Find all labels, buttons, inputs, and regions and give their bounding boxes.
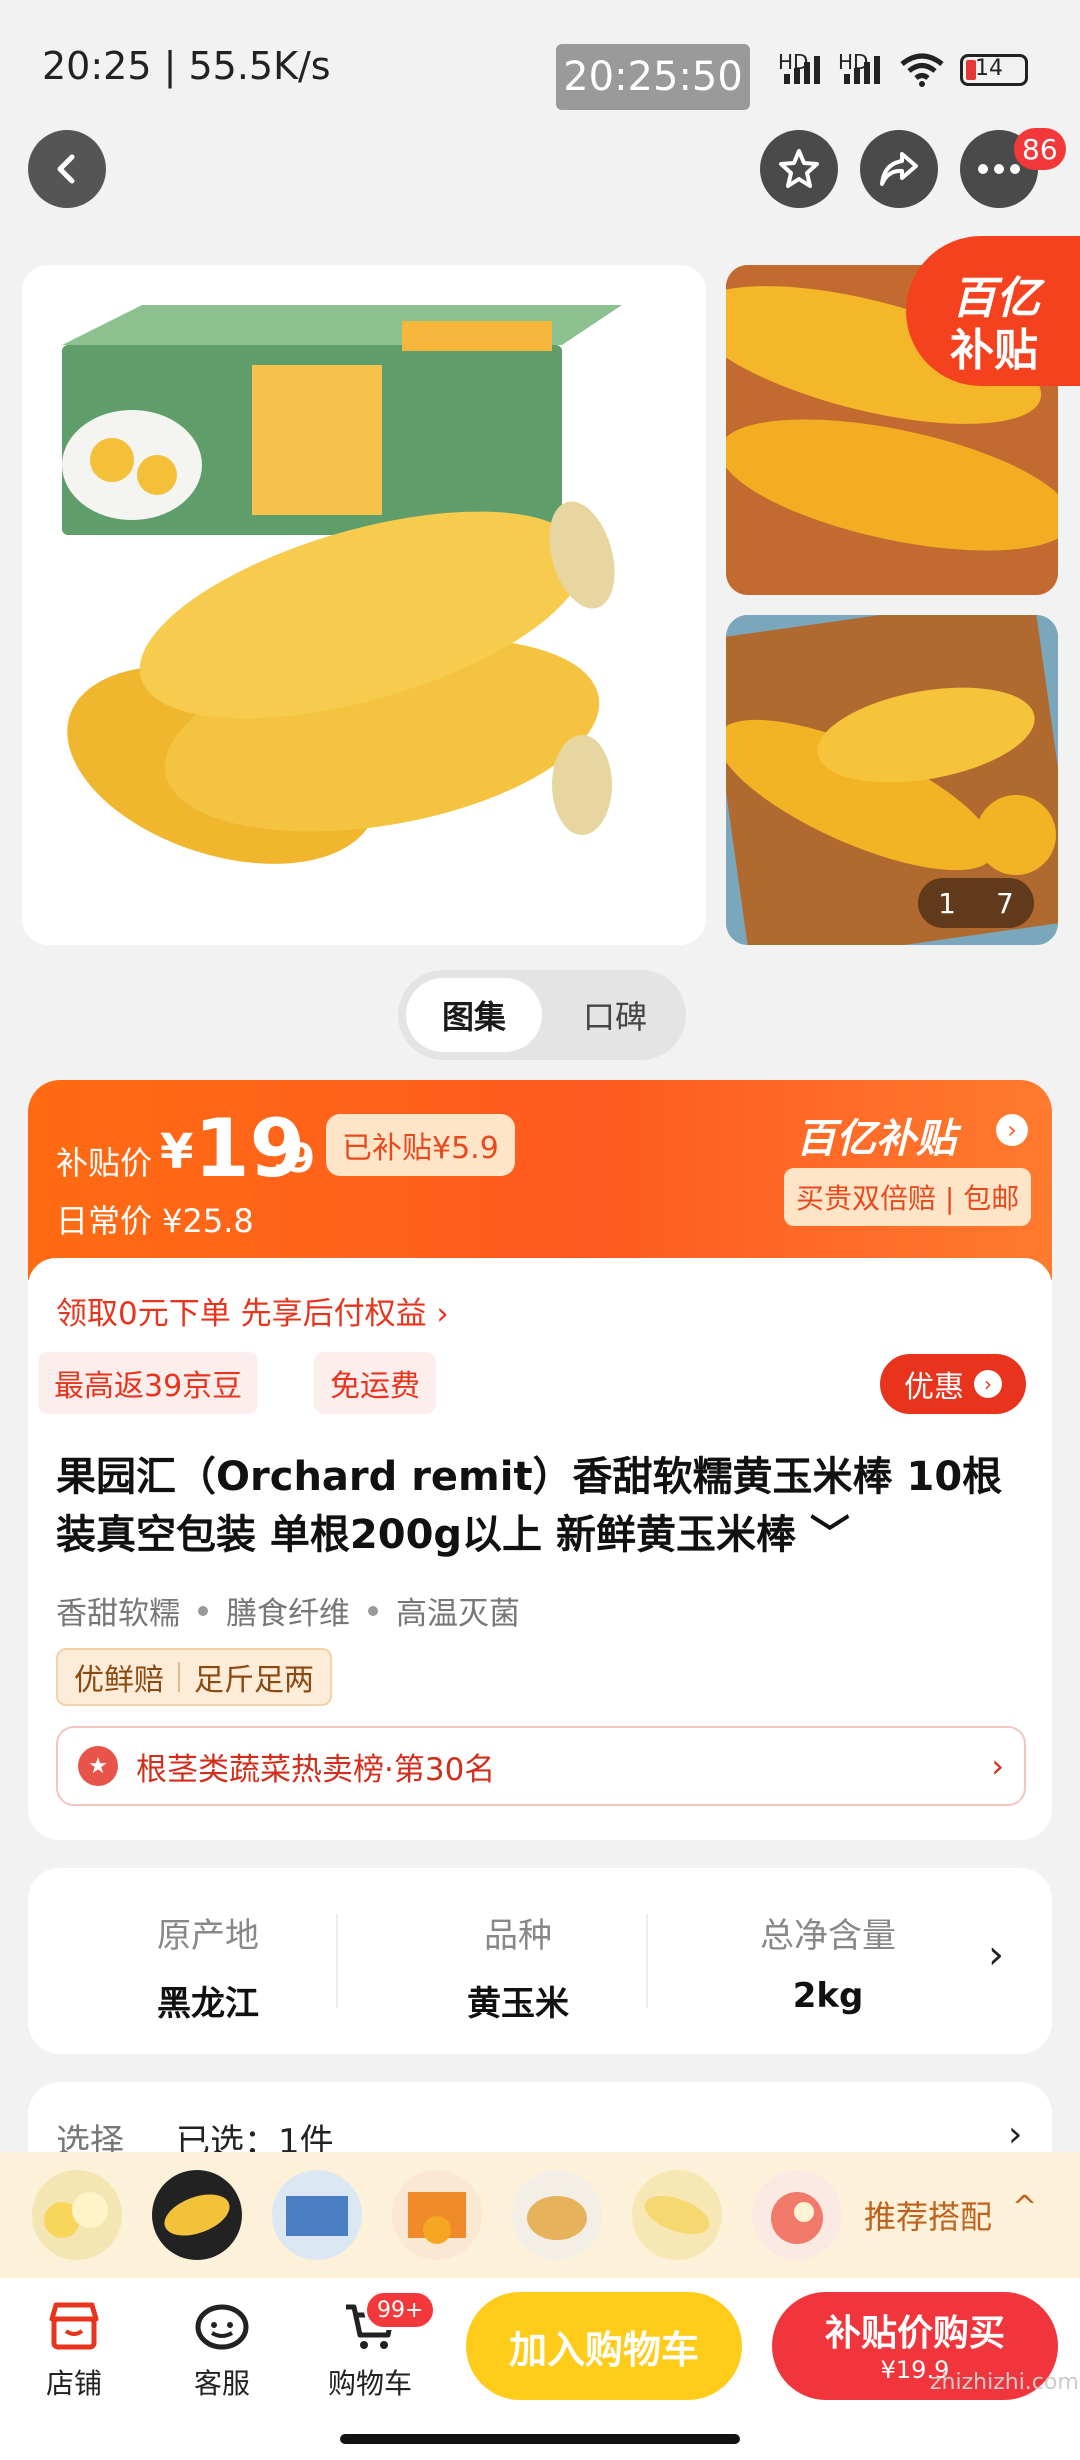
brand-subsidy-title[interactable]: 百亿补贴	[796, 1106, 956, 1164]
product-title[interactable]: 果园汇（Orchard remit）香甜软糯黄玉米棒 10根装真空包装 单根20…	[56, 1448, 1036, 1564]
feature-separator	[368, 1605, 378, 1616]
add-to-cart-button[interactable]: 加入购物车	[466, 2292, 742, 2400]
recommend-item[interactable]	[752, 2170, 842, 2260]
chevron-right-icon[interactable]: ›	[996, 1114, 1028, 1146]
share-icon	[880, 152, 918, 186]
favorite-button[interactable]	[760, 130, 838, 208]
recommend-item[interactable]	[272, 2170, 362, 2260]
attribute-variety: 品种 黄玉米	[368, 1868, 668, 2054]
feature-separator	[198, 1605, 208, 1616]
attribute-value: 黄玉米	[467, 1984, 569, 2024]
attribute-key: 原产地	[157, 1916, 259, 1956]
cart-count-badge: 99+	[364, 2290, 437, 2330]
promotion-button[interactable]: 优惠 ›	[880, 1354, 1026, 1414]
status-time: 20:25 | 55.5K/s	[42, 44, 331, 88]
free-shipping-tag: 免运费	[314, 1352, 436, 1414]
medal-icon: ★	[78, 1746, 118, 1786]
image-counter-current: 1	[938, 886, 956, 920]
recommend-item[interactable]	[512, 2170, 602, 2260]
attribute-divider	[336, 1914, 338, 2008]
product-main-image[interactable]	[22, 265, 706, 945]
wifi-icon	[900, 53, 944, 87]
service-tag-fresh: 优鲜赔	[74, 1663, 164, 1698]
chevron-right-icon: ›	[974, 1370, 1002, 1398]
star-icon	[779, 149, 819, 188]
chevron-left-icon	[57, 154, 75, 184]
daily-price: 日常价 ¥25.8	[56, 1202, 254, 1240]
tab-gallery[interactable]: 图集	[406, 978, 542, 1052]
nav-service[interactable]: 客服	[162, 2292, 282, 2402]
recommend-item[interactable]	[632, 2170, 722, 2260]
service-tag[interactable]: 优鲜赔 足斤足两	[56, 1648, 332, 1706]
clock-overlay: 20:25:50	[556, 44, 750, 110]
recommend-item[interactable]	[32, 2170, 122, 2260]
attribute-weight: 总净含量 2kg	[678, 1868, 978, 2054]
price-currency: ¥	[160, 1124, 194, 1180]
signal-icon-1	[784, 56, 820, 84]
customer-service-icon	[195, 2304, 249, 2350]
store-icon	[49, 2302, 99, 2350]
ranking-text: 根茎类蔬菜热卖榜·第30名	[136, 1751, 496, 1788]
bottom-bar: 店铺 客服 购物车 99+ 加入购物车 补贴价购买 ¥19.9	[0, 2278, 1080, 2460]
status-bar: 20:25 | 55.5K/s 20:25:50 HD HD 14	[0, 0, 1080, 130]
price-decimal: .9	[272, 1136, 316, 1182]
tab-reviews[interactable]: 口碑	[550, 978, 680, 1052]
product-info: 领取0元下单 先享后付权益 › 最高返39京豆 免运费 优惠 › 果园汇（Orc…	[28, 1258, 1052, 1840]
recommend-item[interactable]	[392, 2170, 482, 2260]
attribute-value: 2kg	[792, 1976, 864, 2016]
chevron-right-icon: ›	[1008, 2114, 1023, 2155]
more-badge: 86	[1014, 128, 1066, 170]
chevron-up-icon[interactable]: ^	[1012, 2190, 1037, 2225]
image-counter-total: 7	[996, 886, 1014, 920]
battery-level: 14	[975, 56, 1003, 81]
guarantee-tag: 买贵双倍赔 | 包邮	[784, 1168, 1032, 1226]
attribute-origin: 原产地 黑龙江	[58, 1868, 358, 2054]
recommend-item[interactable]	[152, 2170, 242, 2260]
price-info-card: 补贴价 ¥ 19 .9 已补贴¥5.9 日常价 ¥25.8 百亿补贴 › 买贵双…	[28, 1080, 1052, 1840]
subsidy-amount-tag: 已补贴¥5.9	[326, 1114, 515, 1176]
nav-store[interactable]: 店铺	[14, 2292, 134, 2402]
attribute-key: 品种	[484, 1916, 552, 1956]
attribute-divider	[646, 1914, 648, 2008]
share-button[interactable]	[860, 130, 938, 208]
subsidy-badge: 百亿 补贴	[906, 236, 1080, 386]
attribute-value: 黑龙江	[157, 1984, 259, 2024]
attribute-key: 总净含量	[760, 1916, 896, 1956]
recommend-strip: 推荐搭配 ^	[0, 2152, 1080, 2278]
chevron-right-icon[interactable]: ›	[988, 1932, 1004, 1978]
attribute-card[interactable]: 原产地 黑龙江 品种 黄玉米 总净含量 2kg ›	[28, 1868, 1052, 2054]
home-indicator[interactable]	[340, 2434, 740, 2444]
subsidy-price-label: 补贴价	[56, 1144, 153, 1182]
recommend-label[interactable]: 推荐搭配	[864, 2192, 992, 2238]
chevron-right-icon: ›	[991, 1747, 1004, 1785]
back-button[interactable]	[28, 130, 106, 208]
feature-item: 高温灭菌	[396, 1596, 520, 1632]
media-tabs: 图集 口碑	[398, 970, 686, 1060]
more-dots-icon	[978, 164, 1020, 174]
service-tag-divider	[178, 1662, 180, 1692]
nav-service-label: 客服	[193, 2367, 250, 2400]
signal-icon-2	[844, 56, 880, 84]
beans-tag: 最高返39京豆	[38, 1352, 259, 1414]
nav-cart-label: 购物车	[327, 2367, 412, 2400]
nav-store-label: 店铺	[45, 2367, 102, 2400]
feature-item: 膳食纤维	[226, 1596, 350, 1632]
image-counter: 1 7	[918, 878, 1034, 928]
buy-now-label: 补贴价购买	[824, 2313, 1005, 2354]
ranking-banner[interactable]: ★ 根茎类蔬菜热卖榜·第30名 ›	[56, 1726, 1026, 1806]
price-band: 补贴价 ¥ 19 .9 已补贴¥5.9 日常价 ¥25.8 百亿补贴 › 买贵双…	[28, 1080, 1052, 1280]
subsidy-badge-line2: 补贴	[950, 325, 1038, 376]
watermark: zhizhizhi.com	[930, 2370, 1079, 2395]
promotion-button-label: 优惠	[904, 1370, 964, 1405]
service-tag-weight: 足斤足两	[194, 1663, 314, 1698]
feature-item: 香甜软糯	[56, 1596, 180, 1632]
battery-icon: 14	[960, 54, 1028, 86]
feature-list: 香甜软糯 膳食纤维 高温灭菌	[56, 1588, 520, 1633]
pay-later-link[interactable]: 领取0元下单 先享后付权益 ›	[56, 1288, 449, 1333]
